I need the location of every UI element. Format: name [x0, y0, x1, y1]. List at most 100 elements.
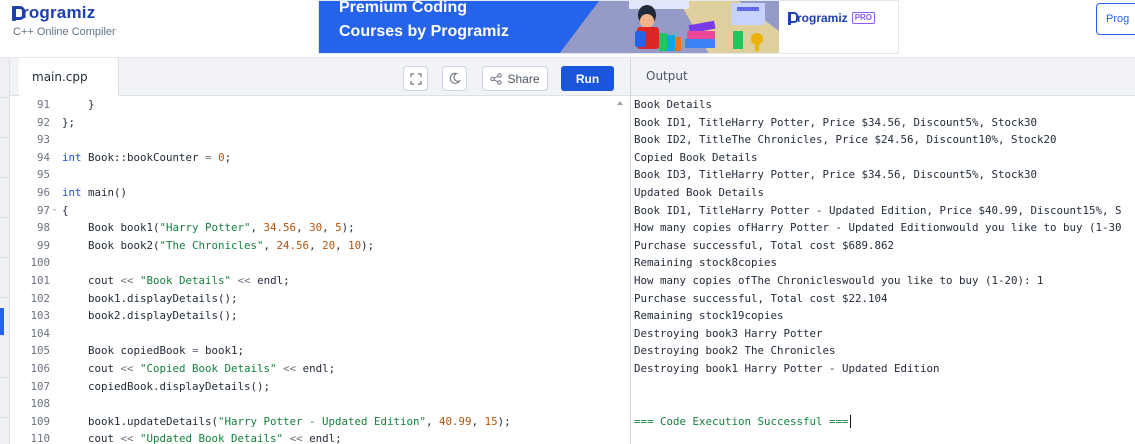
code-line: 109 book1.updateDetails("Harry Potter - …	[10, 413, 630, 431]
output-console[interactable]: Book Details Book ID1, TitleHarry Potter…	[631, 96, 1135, 444]
banner-title-line1: Premium Coding	[339, 0, 468, 16]
fullscreen-button[interactable]	[403, 66, 428, 91]
line-number: 92	[36, 115, 50, 129]
fold-toggle[interactable]: -	[52, 202, 57, 220]
code-line: 106 cout << "Copied Book Details" << end…	[10, 360, 630, 378]
code-text: Book book1("Harry Potter", 34.56, 30, 5)…	[62, 221, 355, 235]
code-line: 108	[10, 395, 630, 413]
file-tab-main-cpp[interactable]: main.cpp	[19, 58, 119, 96]
code-line: 94 int Book::bookCounter = 0;	[10, 149, 630, 167]
line-number: 110	[30, 432, 50, 444]
execution-status: === Code Execution Successful ===	[634, 413, 851, 431]
code-line: 95	[10, 166, 630, 184]
line-number: 109	[30, 414, 50, 428]
line-number: 91	[36, 98, 50, 111]
code-text: copiedBook.displayDetails();	[62, 379, 271, 393]
code-line: 104	[10, 325, 630, 343]
execution-status-text: === Code Execution Successful ===	[634, 414, 849, 428]
line-number: 106	[30, 362, 50, 375]
banner-right-panel: rogramiz PRO	[779, 1, 898, 53]
line-number: 96	[36, 186, 50, 199]
line-number: 97	[36, 203, 50, 217]
code-line: 101 cout << "Book Details" << endl;	[10, 272, 630, 290]
code-line: 107 copiedBook.displayDetails();	[10, 378, 630, 396]
rail-item-5[interactable]	[0, 230, 9, 258]
pro-brand-text: rogramiz	[797, 11, 848, 25]
line-number: 93	[36, 133, 50, 147]
compiler-subtitle: C++ Online Compiler	[13, 26, 116, 38]
output-line: How many copies ofThe Chronicleswould yo…	[634, 274, 1044, 287]
rail-item-1[interactable]	[0, 70, 9, 98]
output-line: Destroying book1 Harry Potter - Updated …	[634, 362, 940, 375]
programiz-logo[interactable]: rogramiz	[12, 3, 95, 23]
code-text: };	[62, 115, 76, 129]
code-line: 92};	[10, 114, 630, 132]
output-line: Book ID1, TitleHarry Potter - Updated Ed…	[634, 203, 1122, 217]
rail-item-2[interactable]	[0, 110, 9, 138]
banner-left-panel: Premium Coding Courses by Programiz	[319, 0, 779, 53]
programiz-p-icon	[12, 5, 25, 21]
code-text: Book book2("The Chronicles", 24.56, 20, …	[62, 238, 375, 252]
logo-text: rogramiz	[22, 3, 96, 22]
rail-item-9[interactable]	[0, 390, 9, 418]
code-text: int main()	[62, 186, 128, 199]
rail-item-4[interactable]	[0, 190, 9, 218]
code-text: cout << "Copied Book Details" << endl;	[62, 362, 336, 375]
code-line: 96 int main()	[10, 184, 630, 202]
code-line: 98 Book book1("Harry Potter", 34.56, 30,…	[10, 219, 630, 237]
code-text: Book copiedBook = book1;	[62, 344, 245, 358]
line-number: 100	[30, 256, 50, 270]
output-line: Book Details	[634, 98, 713, 111]
dark-mode-button[interactable]	[442, 66, 467, 91]
programiz-pro-logo: rogramiz PRO	[788, 11, 876, 25]
rail-item-3[interactable]	[0, 150, 9, 178]
code-text: cout << "Book Details" << endl;	[62, 274, 290, 287]
code-line: 99 Book book2("The Chronicles", 24.56, 2…	[10, 237, 630, 255]
code-line: 102 book1.displayDetails();	[10, 290, 630, 308]
code-text: book2.displayDetails();	[62, 309, 238, 323]
line-number: 104	[30, 326, 50, 340]
left-sidebar-rail	[0, 58, 10, 444]
output-line: Updated Book Details	[634, 186, 765, 199]
rail-item-cpp-active[interactable]	[0, 308, 4, 336]
rail-item-8[interactable]	[0, 350, 9, 378]
code-text: book1.displayDetails();	[62, 291, 238, 305]
output-line: Book ID2, TitleThe Chronicles, Price $24…	[634, 133, 1057, 147]
code-editor[interactable]: 91 } 92}; 93 94 int Book::bookCounter = 0…	[10, 96, 630, 444]
line-number: 95	[36, 168, 50, 182]
top-header: rogramiz C++ Online Compiler Premium Cod…	[0, 0, 1135, 58]
share-button[interactable]: Share	[482, 66, 548, 91]
code-line: 100	[10, 254, 630, 272]
fullscreen-icon	[409, 72, 422, 85]
output-title: Output	[646, 69, 688, 83]
output-line: Remaining stock8copies	[634, 256, 778, 270]
output-line: Purchase successful, Total cost $689.862	[634, 238, 895, 252]
code-line: 97-{	[10, 202, 630, 220]
code-line: 103 book2.displayDetails();	[10, 307, 630, 325]
moon-icon	[449, 72, 461, 84]
code-line: 105 Book copiedBook = book1;	[10, 342, 630, 360]
output-line: Destroying book3 Harry Potter	[634, 326, 823, 340]
code-line: 110 cout << "Updated Book Details" << en…	[10, 430, 630, 444]
line-number: 99	[36, 238, 50, 252]
banner-illustration	[559, 1, 779, 53]
code-text: cout << "Updated Book Details" << endl;	[62, 432, 342, 444]
scroll-up-arrow-icon[interactable]	[617, 101, 623, 105]
line-number: 102	[30, 291, 50, 305]
output-line: Destroying book2 The Chronicles	[634, 344, 836, 358]
programiz-pro-button[interactable]: Prog	[1096, 3, 1135, 35]
rail-item-6[interactable]	[0, 270, 9, 298]
share-label: Share	[507, 71, 540, 86]
code-text: }	[62, 98, 95, 111]
output-toolbar: Output	[631, 58, 1135, 96]
line-number: 101	[30, 274, 50, 287]
line-number: 94	[36, 150, 50, 164]
output-line: Book ID3, TitleHarry Potter, Price $34.5…	[634, 168, 1038, 182]
banner-title-line2: Courses by Programiz	[339, 23, 509, 40]
run-button[interactable]: Run	[561, 66, 614, 91]
line-number: 108	[30, 397, 50, 411]
code-text: book1.updateDetails("Harry Potter - Upda…	[62, 414, 511, 428]
banner-title: Premium Coding Courses by Programiz	[339, 0, 509, 44]
promo-banner[interactable]: Premium Coding Courses by Programiz rogr…	[318, 0, 899, 54]
output-line: How many copies ofHarry Potter - Updated…	[634, 221, 1122, 235]
